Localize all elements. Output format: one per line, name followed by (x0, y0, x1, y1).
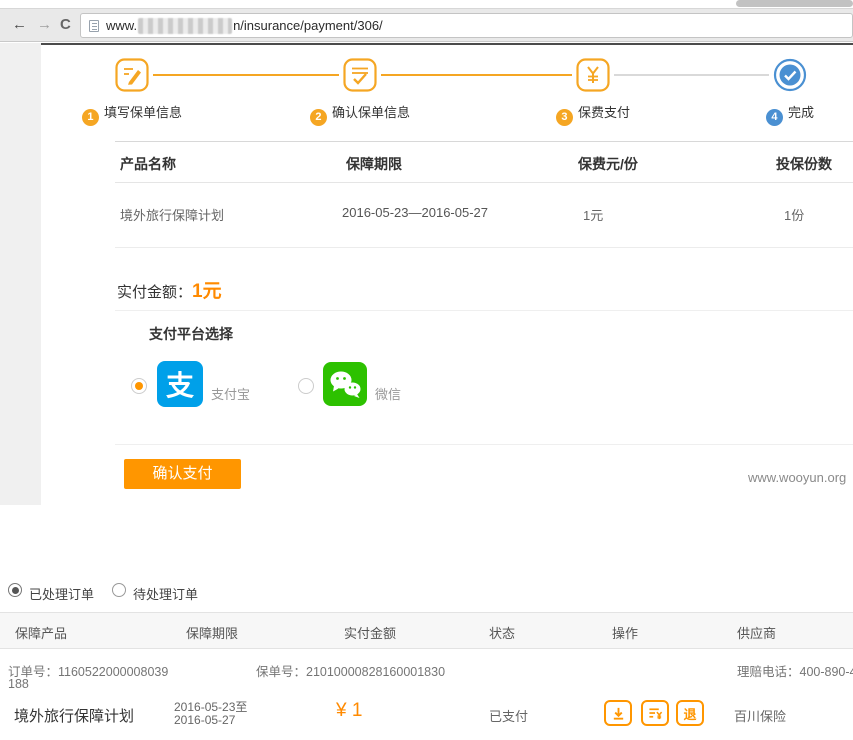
cell-product: 境外旅行保障计划 (120, 205, 224, 224)
amount-label: 实付金额： (117, 284, 192, 301)
reload-icon[interactable]: C (60, 16, 71, 34)
wechat-logo-icon[interactable] (323, 362, 367, 406)
order-number-line1: 订单号：1160522000008039 (8, 661, 168, 680)
step4-number-badge: 4 (766, 109, 783, 126)
screenshot-root: ← → C www. n/insurance/payment/306/ (0, 0, 853, 740)
table-header-divider (115, 182, 853, 183)
order-row-supplier: 百川保险 (734, 706, 786, 725)
pending-orders-radio[interactable] (112, 583, 126, 597)
order-row-status: 已支付 (489, 706, 528, 725)
wechat-label: 微信 (375, 384, 401, 403)
step-connector-2-3 (381, 74, 572, 76)
orders-col-amount: 实付金额 (344, 623, 396, 642)
step1-label-text: 填写保单信息 (104, 105, 182, 120)
wechat-radio[interactable] (298, 378, 314, 394)
download-action-button[interactable] (604, 700, 632, 726)
cell-period: 2016-05-23—2016-05-27 (342, 205, 488, 220)
url-redacted-segment (138, 18, 232, 34)
step3-label: 3 保费支付 (513, 102, 673, 126)
amount-due: 实付金额：1元 (117, 276, 222, 303)
policy-number: 保单号：21010000828160001830 (256, 661, 445, 680)
payment-bottom-divider (115, 444, 853, 445)
step3-pay-premium-icon (575, 57, 611, 93)
payment-platform-title: 支付平台选择 (149, 324, 233, 344)
orders-col-supplier: 供应商 (737, 623, 776, 642)
page-top-border (41, 43, 853, 45)
address-bar[interactable]: www. n/insurance/payment/306/ (80, 13, 853, 38)
url-suffix: n/insurance/payment/306/ (233, 18, 383, 33)
processed-orders-label[interactable]: 已处理订单 (29, 584, 94, 603)
table-bottom-divider (115, 247, 853, 248)
step2-confirm-policy-icon (342, 57, 378, 93)
invoice-action-button[interactable] (641, 700, 669, 726)
invoice-icon (647, 706, 664, 721)
alipay-logo-glyph: 支 (166, 364, 194, 404)
forward-icon[interactable]: → (37, 16, 52, 34)
order-row-amount: ¥ 1 (336, 700, 362, 722)
pending-orders-label[interactable]: 待处理订单 (133, 584, 198, 603)
amount-value: 1元 (192, 281, 222, 302)
scrollbar-fragment (736, 0, 853, 7)
orders-col-product: 保障产品 (15, 623, 67, 642)
col-header-count: 投保份数 (776, 154, 832, 174)
watermark-text: www.wooyun.org (748, 470, 846, 485)
orders-col-period: 保障期限 (186, 623, 238, 642)
step-connector-1-2 (153, 74, 339, 76)
step4-label-text: 完成 (788, 105, 814, 120)
step1-number-badge: 1 (82, 109, 99, 126)
orders-table-header (0, 612, 853, 649)
cell-fee: 1元 (583, 205, 603, 224)
processed-orders-radio[interactable] (8, 583, 22, 597)
orders-col-status: 状态 (489, 623, 515, 642)
payment-top-divider (115, 310, 853, 311)
step2-label-text: 确认保单信息 (332, 105, 410, 120)
step1-edit-policy-icon (114, 57, 150, 93)
order-row-product: 境外旅行保障计划 (14, 705, 134, 726)
back-icon[interactable]: ← (12, 16, 27, 34)
step3-number-badge: 3 (556, 109, 573, 126)
step3-label-text: 保费支付 (578, 105, 630, 120)
step-connector-3-4 (614, 74, 769, 76)
step4-label: 4 完成 (710, 102, 853, 126)
alipay-label: 支付宝 (211, 384, 250, 403)
step2-label: 2 确认保单信息 (280, 102, 440, 126)
alipay-radio[interactable] (131, 378, 147, 394)
col-header-period: 保障期限 (346, 154, 402, 174)
page-left-gutter (0, 43, 41, 505)
refund-action-button[interactable]: 退 (676, 700, 704, 726)
order-row-period-line2: 2016-05-27 (174, 713, 235, 727)
table-top-divider (115, 141, 853, 142)
step4-complete-check-icon (772, 57, 808, 93)
orders-col-actions: 操作 (612, 623, 638, 642)
url-prefix: www. (106, 18, 137, 33)
browser-toolbar: ← → C www. n/insurance/payment/306/ (0, 8, 853, 42)
order-number-line2: 188 (8, 677, 29, 691)
page-icon (89, 20, 99, 32)
step1-label: 1 填写保单信息 (52, 102, 212, 126)
col-header-product: 产品名称 (120, 154, 176, 174)
download-icon (611, 706, 626, 721)
step2-number-badge: 2 (310, 109, 327, 126)
confirm-payment-button[interactable]: 确认支付 (124, 459, 241, 489)
col-header-fee: 保费元/份 (578, 154, 638, 174)
cell-count: 1份 (784, 205, 804, 224)
claim-phone: 理赔电话：400-890-4 (737, 661, 853, 680)
alipay-logo-icon[interactable]: 支 (157, 361, 203, 407)
